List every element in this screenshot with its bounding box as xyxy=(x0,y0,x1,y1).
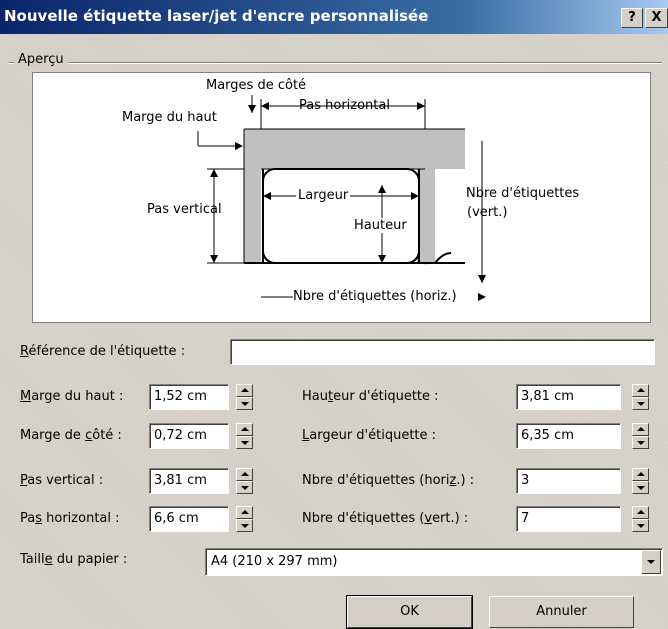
spin-up-icon[interactable] xyxy=(236,506,253,519)
help-button[interactable]: ? xyxy=(621,8,643,28)
largeur-input[interactable]: 6,35 cm xyxy=(516,423,621,449)
window-title: Nouvelle étiquette laser/jet d'encre per… xyxy=(4,7,429,25)
pas-vertical-label: Pas vertical : xyxy=(20,473,104,488)
spin-down-icon[interactable] xyxy=(236,436,253,449)
spin-up-icon[interactable] xyxy=(632,423,649,436)
dropdown-arrow-icon[interactable] xyxy=(641,550,661,574)
spin-down-icon[interactable] xyxy=(632,436,649,449)
spin-up-icon[interactable] xyxy=(236,423,253,436)
close-button[interactable]: X xyxy=(645,8,668,28)
ok-button[interactable]: OK xyxy=(346,595,473,629)
pas-horizontal-label: Pas horizontal : xyxy=(20,511,120,526)
spin-up-icon[interactable] xyxy=(632,384,649,397)
marge-cote-label: Marge de côté : xyxy=(20,428,122,443)
marge-cote-spinner[interactable] xyxy=(236,423,253,449)
nbre-horiz-input[interactable]: 3 xyxy=(516,468,621,494)
preview-label-nbre-vert-2: (vert.) xyxy=(467,205,508,220)
marge-haut-spinner[interactable] xyxy=(236,384,253,410)
nbre-vert-label: Nbre d'étiquettes (vert.) : xyxy=(302,511,469,526)
spin-down-icon[interactable] xyxy=(236,519,253,532)
spin-up-icon[interactable] xyxy=(632,468,649,481)
custom-label-dialog: Nouvelle étiquette laser/jet d'encre per… xyxy=(0,0,668,629)
pas-vertical-input[interactable]: 3,81 cm xyxy=(149,468,229,494)
spin-down-icon[interactable] xyxy=(236,397,253,410)
hauteur-spinner[interactable] xyxy=(632,384,649,410)
preview-group-label: Aperçu xyxy=(14,52,68,67)
title-bar[interactable]: Nouvelle étiquette laser/jet d'encre per… xyxy=(0,0,668,34)
preview-label-marge-haut: Marge du haut xyxy=(122,110,217,125)
spin-up-icon[interactable] xyxy=(236,468,253,481)
spin-up-icon[interactable] xyxy=(236,384,253,397)
spin-down-icon[interactable] xyxy=(632,519,649,532)
spin-up-icon[interactable] xyxy=(632,506,649,519)
hauteur-label: Hauteur d'étiquette : xyxy=(302,389,439,404)
preview-group-border xyxy=(9,62,662,64)
preview-label-nbre-horiz: Nbre d'étiquettes (horiz.) xyxy=(293,289,457,304)
pas-horizontal-input[interactable]: 6,6 cm xyxy=(149,506,229,532)
pas-vertical-spinner[interactable] xyxy=(236,468,253,494)
preview-label-largeur: Largeur xyxy=(296,188,351,203)
hauteur-input[interactable]: 3,81 cm xyxy=(516,384,621,410)
preview-label-pas-horizontal: Pas horizontal xyxy=(299,98,390,113)
largeur-spinner[interactable] xyxy=(632,423,649,449)
preview-label-marges-cote: Marges de côté xyxy=(206,78,307,93)
paper-size-label: Taille du papier : xyxy=(20,552,128,567)
nbre-vert-input[interactable]: 7 xyxy=(516,506,621,532)
marge-cote-input[interactable]: 0,72 cm xyxy=(149,423,229,449)
pas-horizontal-spinner[interactable] xyxy=(236,506,253,532)
preview-label-nbre-vert-1: Nbre d'étiquettes xyxy=(466,186,580,201)
paper-size-value: A4 (210 x 297 mm) xyxy=(211,554,338,569)
nbre-vert-spinner[interactable] xyxy=(632,506,649,532)
label-preview-panel: Marges de côté Pas horizontal Marge du h… xyxy=(32,72,651,323)
nbre-horiz-spinner[interactable] xyxy=(632,468,649,494)
largeur-label: Largeur d'étiquette : xyxy=(302,428,437,443)
spin-down-icon[interactable] xyxy=(632,397,649,410)
spin-down-icon[interactable] xyxy=(236,481,253,494)
marge-haut-label: Marge du haut : xyxy=(20,389,124,404)
reference-label: Référence de l'étiquette : xyxy=(20,344,186,359)
reference-input[interactable] xyxy=(230,339,655,365)
spin-down-icon[interactable] xyxy=(632,481,649,494)
cancel-button[interactable]: Annuler xyxy=(489,596,634,628)
nbre-horiz-label: Nbre d'étiquettes (horiz.) : xyxy=(302,473,475,488)
marge-haut-input[interactable]: 1,52 cm xyxy=(149,384,229,410)
preview-label-pas-vertical: Pas vertical xyxy=(147,202,222,217)
preview-label-hauteur: Hauteur xyxy=(353,218,408,233)
paper-size-select[interactable]: A4 (210 x 297 mm) xyxy=(205,548,663,576)
